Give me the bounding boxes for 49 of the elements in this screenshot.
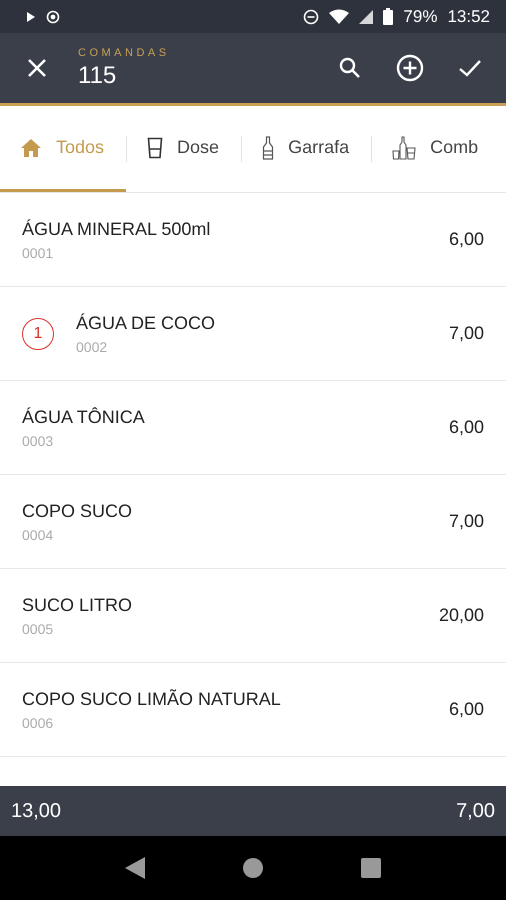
signal-icon — [359, 10, 374, 24]
product-name: SUCO LITRO — [22, 594, 134, 616]
product-price: 6,00 — [448, 229, 484, 250]
radio-icon — [46, 10, 60, 24]
plus-circle-icon — [396, 54, 424, 82]
product-name: ÁGUA DE COCO — [76, 312, 216, 334]
product-row[interactable]: ÁGUA MINERAL 500ml 0001 6,00 — [0, 193, 506, 287]
total-amount: 13,00 — [11, 800, 62, 822]
category-tab[interactable]: Garrafa — [242, 106, 372, 192]
total-amount: 7,00 — [456, 800, 495, 822]
product-name: ÁGUA TÔNICA — [22, 406, 146, 428]
do-not-disturb-icon — [303, 8, 320, 24]
product-row[interactable]: ÁGUA TÔNICA 0003 6,00 — [0, 381, 506, 475]
product-price: 7,00 — [448, 511, 484, 532]
screen-title: 115 — [78, 62, 118, 90]
product-row[interactable]: COPO SUCO 0004 7,00 — [0, 475, 506, 569]
back-icon[interactable] — [125, 857, 145, 879]
product-code: 0002 — [76, 338, 108, 354]
product-name: COPO SUCO — [22, 500, 134, 522]
bottle-and-glass-icon — [392, 136, 416, 160]
battery-icon — [383, 8, 394, 25]
product-code: 0005 — [22, 620, 54, 636]
bottle-icon — [262, 136, 274, 160]
product-row[interactable]: 1 ÁGUA DE COCO 0002 7,00 — [0, 287, 506, 381]
glass-icon — [147, 136, 164, 158]
product-code: 0001 — [22, 244, 54, 260]
category-tab[interactable]: Dose — [127, 106, 242, 192]
product-name: COPO SUCO LIMÃO NATURAL — [22, 688, 282, 710]
product-code: 0006 — [22, 714, 54, 730]
category-tab[interactable]: Comb — [372, 106, 478, 192]
product-code: 0003 — [22, 432, 54, 448]
search-icon — [338, 56, 362, 80]
product-row[interactable]: COPO SUCO LIMÃO NATURAL 0006 6,00 — [0, 663, 506, 757]
product-code: 0004 — [22, 526, 54, 542]
screen-subtitle: COMANDAS — [78, 46, 171, 58]
battery-level: 79% — [403, 6, 438, 26]
home-button-icon[interactable] — [243, 858, 263, 878]
close-icon — [26, 57, 48, 79]
home-icon — [20, 138, 42, 158]
product-price: 20,00 — [438, 605, 484, 626]
product-price: 6,00 — [448, 417, 484, 438]
product-price: 7,00 — [448, 323, 484, 344]
product-row[interactable]: SUCO LITRO 0005 20,00 — [0, 569, 506, 663]
quantity-badge: 1 — [22, 318, 54, 350]
wifi-icon — [329, 8, 350, 24]
play-icon — [26, 10, 36, 22]
product-price: 6,00 — [448, 699, 484, 720]
product-name: ÁGUA MINERAL 500ml — [22, 218, 212, 240]
clock: 13:52 — [447, 6, 490, 26]
